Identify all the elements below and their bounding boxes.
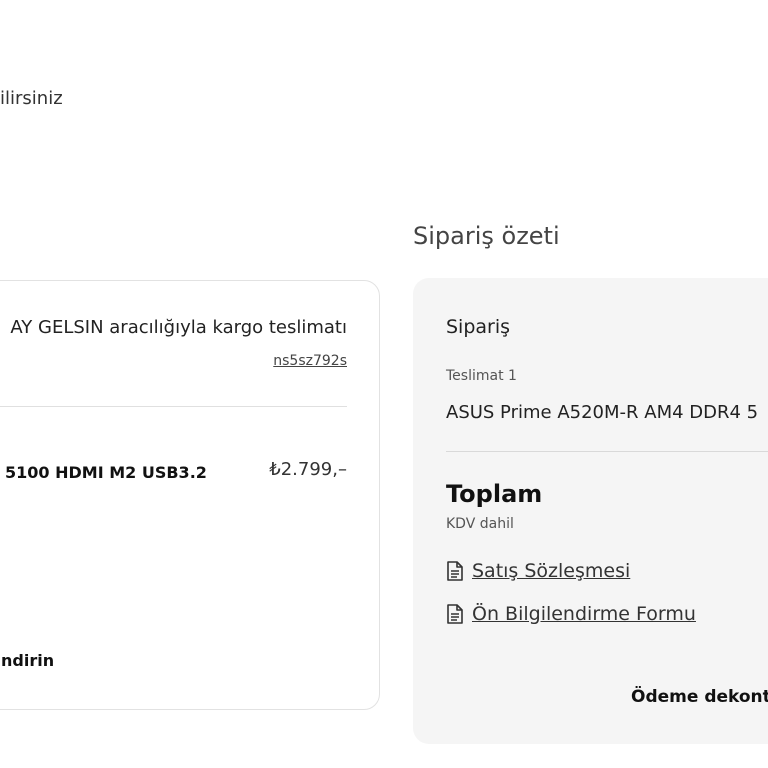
tracking-code-link[interactable]: ns5sz792s [273, 353, 347, 369]
total-label: Toplam [446, 480, 543, 508]
delivery-card: AY GELSIN aracılığıyla kargo teslimatı n… [0, 280, 380, 710]
info-form-label: Ön Bilgilendirme Formu [472, 603, 696, 625]
checkout-page: ilirsiniz AY GELSIN aracılığıyla kargo t… [0, 0, 768, 768]
shipment-label: Teslimat 1 [446, 368, 517, 384]
summary-divider [446, 451, 768, 452]
summary-product-name: ASUS Prime A520M-R AM4 DDR4 5 [446, 402, 759, 423]
vat-included-label: KDV dahil [446, 516, 514, 532]
sales-contract-link[interactable]: Satış Sözleşmesi [446, 560, 630, 582]
delivery-divider [0, 406, 347, 407]
sales-contract-label: Satış Sözleşmesi [472, 560, 631, 582]
delivery-product-name: 5100 HDMI M2 USB3.2 [5, 463, 207, 482]
order-title: Sipariş [446, 316, 511, 338]
document-icon [447, 604, 463, 624]
payment-receipt-button[interactable]: Ödeme dekontu [631, 687, 768, 707]
top-note-text: ilirsiniz [0, 88, 63, 109]
order-summary-card: Sipariş Teslimat 1 ASUS Prime A520M-R AM… [413, 278, 768, 744]
delivery-product-price: ₺2.799,– [269, 459, 347, 480]
info-form-link[interactable]: Ön Bilgilendirme Formu [446, 603, 696, 625]
document-icon [447, 561, 463, 581]
order-summary-heading: Sipariş özeti [413, 222, 560, 250]
delivery-method-title: AY GELSIN aracılığıyla kargo teslimatı [10, 317, 347, 338]
download-action-link[interactable]: ndirin [1, 651, 54, 670]
